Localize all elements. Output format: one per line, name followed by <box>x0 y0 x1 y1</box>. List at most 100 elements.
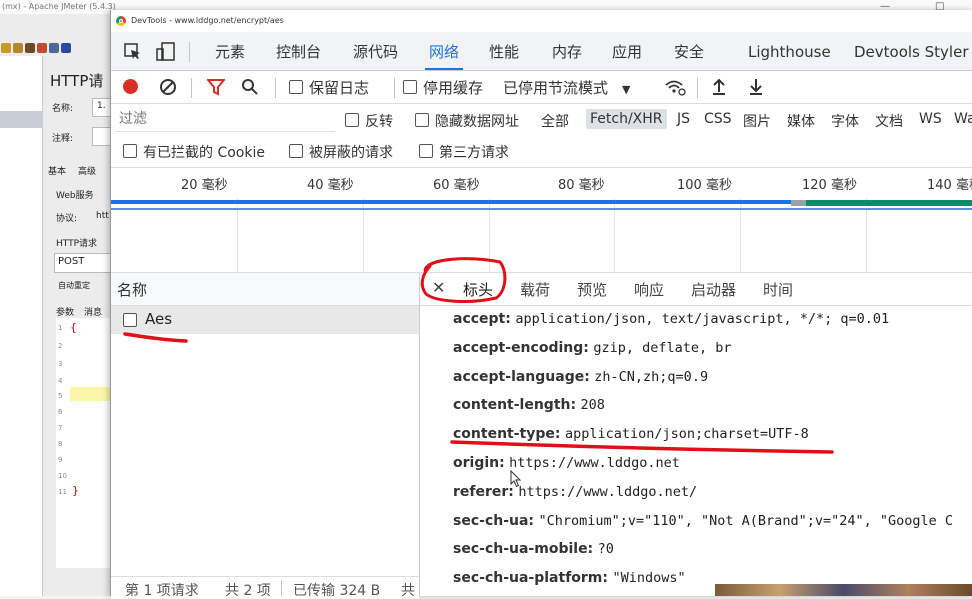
message-tab[interactable]: 消息 <box>84 305 102 318</box>
auto-redirect-checkbox[interactable]: 自动重定 <box>58 280 90 291</box>
filter-type-wasm[interactable]: Wa <box>954 111 972 127</box>
timeline-tick: 20 毫秒 <box>181 178 228 193</box>
request-list-header: 名称 <box>111 273 419 306</box>
method-select[interactable]: POST <box>54 253 114 273</box>
filter-bar: 反转 隐藏数据网址 全部 Fetch/XHR JS CSS 图片 媒体 字体 文… <box>111 104 972 136</box>
checkbox-icon <box>403 80 417 94</box>
comment-label: 注释: <box>52 134 74 144</box>
header-sec-ch-ua-mobile: sec-ch-ua-mobile: ?0 <box>453 541 614 557</box>
filter-bar-2: 有已拦截的 Cookie 被屏蔽的请求 第三方请求 <box>111 137 972 168</box>
filter-type-font[interactable]: 字体 <box>831 111 859 131</box>
timeline-tick: 40 毫秒 <box>307 178 354 193</box>
preserve-log-checkbox[interactable]: 保留日志 <box>289 77 369 98</box>
jmeter-body-editor[interactable]: 1 2 3 4 5 6 7 8 9 10 11 { } <box>56 318 114 568</box>
header-sec-ch-ua: sec-ch-ua: "Chromium";v="110", "Not A(Br… <box>453 513 953 529</box>
tab-performance[interactable]: 性能 <box>489 32 519 70</box>
filter-type-js[interactable]: JS <box>677 111 690 127</box>
import-har-icon[interactable] <box>711 77 727 99</box>
timeline-tick: 100 毫秒 <box>677 178 732 193</box>
toolbar-icon[interactable] <box>25 43 35 53</box>
inspect-element-icon[interactable] <box>123 32 143 70</box>
status-transferred: 已传输 324 B <box>293 583 381 599</box>
request-row[interactable]: Aes <box>111 306 419 334</box>
throttling-select[interactable]: 已停用节流模式 ▼ <box>503 77 630 98</box>
toolbar-icon[interactable] <box>13 43 23 53</box>
timeline-tick: 80 毫秒 <box>558 178 605 193</box>
filter-type-media[interactable]: 媒体 <box>787 111 815 131</box>
tab-response[interactable]: 响应 <box>634 279 664 300</box>
divider <box>275 78 276 98</box>
filter-type-ws[interactable]: WS <box>919 111 942 127</box>
tab-headers[interactable]: 标头 <box>463 279 493 300</box>
filter-type-fetch-xhr[interactable]: Fetch/XHR <box>586 109 667 129</box>
waterfall-bar <box>791 200 806 206</box>
tab-elements[interactable]: 元素 <box>215 32 245 70</box>
tab-payload[interactable]: 载荷 <box>520 279 550 300</box>
waterfall-bar <box>111 208 972 210</box>
tab-console[interactable]: 控制台 <box>276 32 321 70</box>
web-server-label: Web服务 <box>56 191 94 201</box>
tab-basic[interactable]: 基本 <box>48 164 66 177</box>
tab-timing[interactable]: 时间 <box>763 279 793 300</box>
request-detail: ✕ 标头 载荷 预览 响应 启动器 时间 accept: application… <box>420 273 972 596</box>
tab-memory[interactable]: 内存 <box>552 32 582 70</box>
third-party-checkbox[interactable]: 第三方请求 <box>419 142 509 162</box>
tree-selected-row[interactable] <box>0 111 42 128</box>
header-content-type: content-type: application/json;charset=U… <box>453 426 809 442</box>
tab-devtools-styler[interactable]: Devtools Styler <box>854 32 969 70</box>
toolbar-icon[interactable] <box>61 43 71 53</box>
document-icon <box>123 313 137 327</box>
filter-type-all[interactable]: 全部 <box>541 111 569 131</box>
tab-initiator[interactable]: 启动器 <box>691 279 736 300</box>
timeline-tick: 120 毫秒 <box>802 178 857 193</box>
network-toolbar: 保留日志 停用缓存 已停用节流模式 ▼ <box>111 71 972 104</box>
toolbar-icon[interactable] <box>49 43 59 53</box>
name-label: 名称: <box>52 104 74 114</box>
toolbar-icon[interactable] <box>37 43 47 53</box>
divider <box>697 78 698 98</box>
blocked-requests-checkbox[interactable]: 被屏蔽的请求 <box>289 142 393 162</box>
header-accept-encoding: accept-encoding: gzip, deflate, br <box>453 340 732 356</box>
search-icon[interactable] <box>241 78 259 100</box>
params-tab[interactable]: 参数 <box>56 305 74 318</box>
header-referer: referer: https://www.lddgo.net/ <box>453 484 698 500</box>
tab-application[interactable]: 应用 <box>612 32 642 70</box>
close-icon[interactable]: ✕ <box>432 278 445 297</box>
status-total: 共 2 项 <box>225 583 271 599</box>
tab-lighthouse[interactable]: Lighthouse <box>748 32 831 70</box>
devtools-window: DevTools - www.lddgo.net/encrypt/aes 元素 … <box>110 10 972 599</box>
tab-preview[interactable]: 预览 <box>577 279 607 300</box>
checkbox-icon <box>419 144 433 158</box>
toolbar-icon[interactable] <box>1 43 11 53</box>
timeline-tick: 60 毫秒 <box>433 178 480 193</box>
column-name[interactable]: 名称 <box>117 279 147 300</box>
protocol-value[interactable]: htt <box>96 211 109 221</box>
clear-icon[interactable] <box>159 78 177 100</box>
protocol-label: 协议: <box>56 214 78 224</box>
tab-security[interactable]: 安全 <box>674 32 704 70</box>
header-origin: origin: https://www.lddgo.net <box>453 455 680 471</box>
tab-advanced[interactable]: 高级 <box>78 164 96 177</box>
tab-sources[interactable]: 源代码 <box>353 32 398 70</box>
device-toolbar-icon[interactable] <box>155 32 177 70</box>
http-request-heading: HTTP请 <box>50 72 104 90</box>
filter-input[interactable] <box>115 107 335 132</box>
filter-type-css[interactable]: CSS <box>704 111 732 127</box>
hide-data-urls-checkbox[interactable]: 隐藏数据网址 <box>415 111 519 131</box>
divider <box>191 78 192 98</box>
filter-icon[interactable] <box>205 78 227 100</box>
network-overview[interactable]: 20 毫秒 40 毫秒 60 毫秒 80 毫秒 100 毫秒 120 毫秒 14… <box>111 168 972 273</box>
checkbox-icon <box>345 113 359 127</box>
export-har-icon[interactable] <box>748 77 764 99</box>
blocked-cookies-checkbox[interactable]: 有已拦截的 Cookie <box>123 142 265 162</box>
checkbox-icon <box>123 144 137 158</box>
status-requests: 第 1 项请求 <box>125 583 199 599</box>
tab-network[interactable]: 网络 <box>424 32 464 70</box>
record-button[interactable] <box>123 79 138 98</box>
invert-checkbox[interactable]: 反转 <box>345 111 393 131</box>
disable-cache-checkbox[interactable]: 停用缓存 <box>403 77 483 98</box>
filter-type-doc[interactable]: 文档 <box>875 111 903 131</box>
filter-type-img[interactable]: 图片 <box>743 111 771 131</box>
network-conditions-icon[interactable] <box>664 78 686 100</box>
jmeter-tree <box>0 56 43 596</box>
